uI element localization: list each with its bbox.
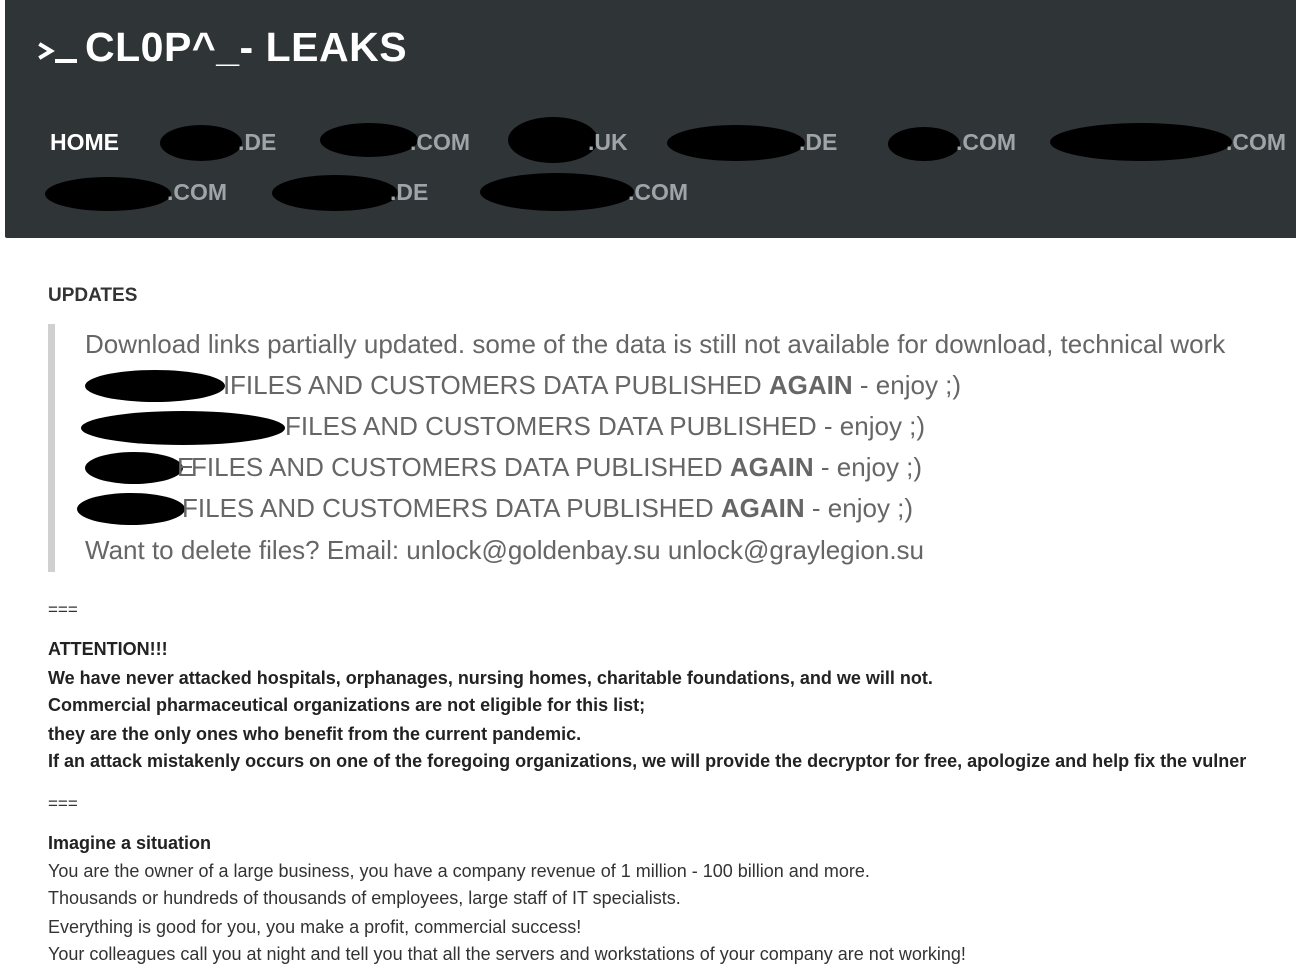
update-body: FILES AND CUSTOMERS DATA PUBLISHED AGAIN… (191, 452, 923, 482)
nav-item-label: .DE (390, 179, 429, 205)
nav-item-site-1[interactable]: .DE (160, 125, 280, 161)
redaction-mark (272, 175, 398, 211)
nav-item-site-5[interactable]: .COM (888, 127, 1018, 161)
redaction-mark (77, 493, 185, 525)
nav-item-site-3[interactable]: .UK (508, 117, 638, 163)
terminal-prompt-icon (38, 42, 77, 63)
redaction-mark (81, 411, 285, 445)
nav-item-label: .COM (1226, 129, 1287, 155)
attention-line: they are the only ones who benefit from … (48, 724, 582, 744)
update-line-notice: Download links partially updated. some o… (85, 327, 1225, 361)
nav-item-label: .COM (410, 129, 471, 155)
attention-line: If an attack mistakenly occurs on one of… (48, 751, 1247, 771)
nav-item-site-9[interactable]: .COM (480, 173, 700, 211)
nav-item-label: .COM (167, 179, 228, 205)
leak-site-page: CL0P^_- LEAKS HOME .DE .COM .UK .DE .COM (0, 0, 1296, 972)
update-text: Download links partially updated. some o… (85, 329, 1226, 359)
redaction-mark (45, 177, 171, 211)
nav-item-site-6[interactable]: .COM (1050, 123, 1290, 161)
situation-line: Thousands or hundreds of thousands of em… (48, 888, 681, 908)
nav-item-label: .DE (799, 129, 838, 155)
nav-item-site-8[interactable]: .DE (272, 175, 442, 211)
nav-item-label: .COM (956, 129, 1017, 155)
redaction-mark (85, 452, 183, 484)
separator: === (48, 600, 78, 619)
update-line-contact: Want to delete files? Email: unlock@gold… (85, 533, 924, 567)
redaction-mark (160, 125, 242, 161)
situation-line: You are the owner of a large business, y… (48, 861, 870, 881)
situation-title: Imagine a situation (48, 833, 212, 853)
situation-line: Everything is good for you, you make a p… (48, 917, 582, 937)
attention-line: We have never attacked hospitals, orphan… (48, 668, 933, 688)
update-body: FILES AND CUSTOMERS DATA PUBLISHED AGAIN… (182, 493, 914, 523)
update-body: FILES AND CUSTOMERS DATA PUBLISHED - enj… (285, 411, 926, 441)
nav-item-label: .DE (238, 129, 277, 155)
redaction-mark (508, 117, 598, 163)
redaction-mark (1050, 123, 1232, 161)
redaction-mark (480, 173, 634, 211)
updates-heading: UPDATES (48, 285, 138, 306)
update-text: Want to delete files? Email: unlock@gold… (85, 535, 925, 565)
redaction-mark (320, 123, 418, 157)
brand-title: CL0P^_- LEAKS (85, 23, 408, 70)
nav-item-site-2[interactable]: .COM (320, 123, 471, 157)
nav-item-site-4[interactable]: .DE (667, 125, 852, 161)
site-header: CL0P^_- LEAKS HOME .DE .COM .UK .DE .COM (5, 0, 1296, 238)
brand-logo[interactable]: CL0P^_- LEAKS (37, 22, 407, 72)
redaction-mark (85, 370, 225, 402)
update-body: FILES AND CUSTOMERS DATA PUBLISHED AGAIN… (230, 370, 962, 400)
situation-line: Your colleagues call you at night and te… (48, 944, 966, 964)
nav-item-home[interactable]: HOME (50, 127, 119, 157)
separator: === (48, 794, 78, 813)
attention-title: ATTENTION!!! (48, 639, 168, 659)
updates-blockquote: Download links partially updated. some o… (48, 324, 1296, 572)
nav-item-label: .COM (628, 179, 689, 205)
nav-item-label: HOME (50, 129, 119, 155)
nav-item-label: .UK (588, 129, 628, 155)
nav-item-site-7[interactable]: .COM (45, 177, 235, 211)
attention-line: Commercial pharmaceutical organizations … (48, 695, 646, 715)
redaction-mark (888, 127, 960, 161)
redaction-mark (667, 125, 805, 161)
